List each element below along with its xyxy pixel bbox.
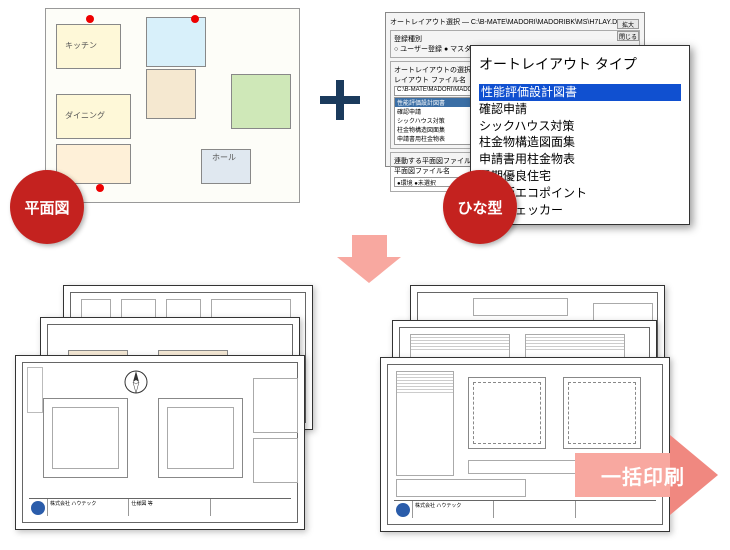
- plan-marker-dot: [191, 15, 199, 23]
- room-label: キッチン: [65, 40, 97, 51]
- plan-marker-dot: [96, 184, 104, 192]
- room-entry: ホール: [201, 149, 251, 184]
- sheet-table: [253, 378, 298, 433]
- mini-floorplan: [158, 398, 243, 478]
- title-block: 株式会社 ハウテック 仕様図 等: [29, 498, 291, 516]
- room-label: ホール: [212, 152, 236, 163]
- sheet-table: [473, 298, 568, 316]
- zoom-button[interactable]: 拡大: [617, 19, 639, 29]
- structural-plan: [468, 377, 546, 449]
- sheet-table: [396, 479, 526, 497]
- batch-print-arrow: 一括印刷: [575, 435, 720, 515]
- room-label: ダイニング: [65, 110, 105, 121]
- output-drawings-left: 株式会社 ハウテック 仕様図 等: [15, 285, 365, 535]
- arrow-label: 一括印刷: [583, 461, 703, 490]
- badge-label: 平面図: [24, 197, 69, 218]
- mini-floorplan: [43, 398, 128, 478]
- down-arrow-icon: [337, 235, 402, 285]
- radio-user-register[interactable]: ○ ユーザー登録: [394, 46, 442, 53]
- template-badge: ひな型: [443, 170, 517, 244]
- layout-type-item[interactable]: 確認申請: [479, 101, 681, 118]
- dialog-title: オートレイアウト選択 ― C:\B-MATE\MADORI\MADORIBK\M…: [390, 17, 640, 27]
- compass-icon: [123, 369, 149, 395]
- room-kitchen: キッチン: [56, 24, 121, 69]
- legend-box: [27, 367, 43, 413]
- room-dining: ダイニング: [56, 94, 131, 139]
- drawing-name: [493, 501, 574, 518]
- company-logo-icon: [396, 503, 410, 517]
- plan-marker-dot: [86, 15, 94, 23]
- badge-label: ひな型: [457, 197, 502, 218]
- plus-icon: [320, 80, 360, 120]
- layout-type-item[interactable]: 柱金物構造図面集: [479, 134, 681, 151]
- group-label: 登録種別: [394, 34, 636, 44]
- drawing-sheet: 株式会社 ハウテック 仕様図 等: [15, 355, 305, 530]
- close-button[interactable]: 閉じる: [617, 31, 639, 41]
- company-name: 株式会社 ハウテック: [47, 499, 128, 516]
- room-bath: [146, 17, 206, 67]
- layout-type-item[interactable]: シックハウス対策: [479, 118, 681, 135]
- room-stair: [146, 69, 196, 119]
- layout-type-item[interactable]: 長期優良住宅: [479, 168, 681, 185]
- floor-plan-image: キッチン ダイニング ホール: [45, 8, 300, 203]
- layout-type-item[interactable]: 申請書用柱金物表: [479, 151, 681, 168]
- floor-plan-badge: 平面図: [10, 170, 84, 244]
- drawing-name: 仕様図 等: [128, 499, 209, 516]
- tb-cell: [210, 499, 291, 516]
- sheet-table: [253, 438, 298, 483]
- sheet-table: [396, 371, 454, 476]
- room-green: [231, 74, 291, 129]
- layout-type-item[interactable]: 性能評価設計図書: [479, 84, 681, 101]
- panel-title: オートレイアウト タイプ: [479, 54, 681, 74]
- company-name: 株式会社 ハウテック: [412, 501, 493, 518]
- company-logo-icon: [31, 501, 45, 515]
